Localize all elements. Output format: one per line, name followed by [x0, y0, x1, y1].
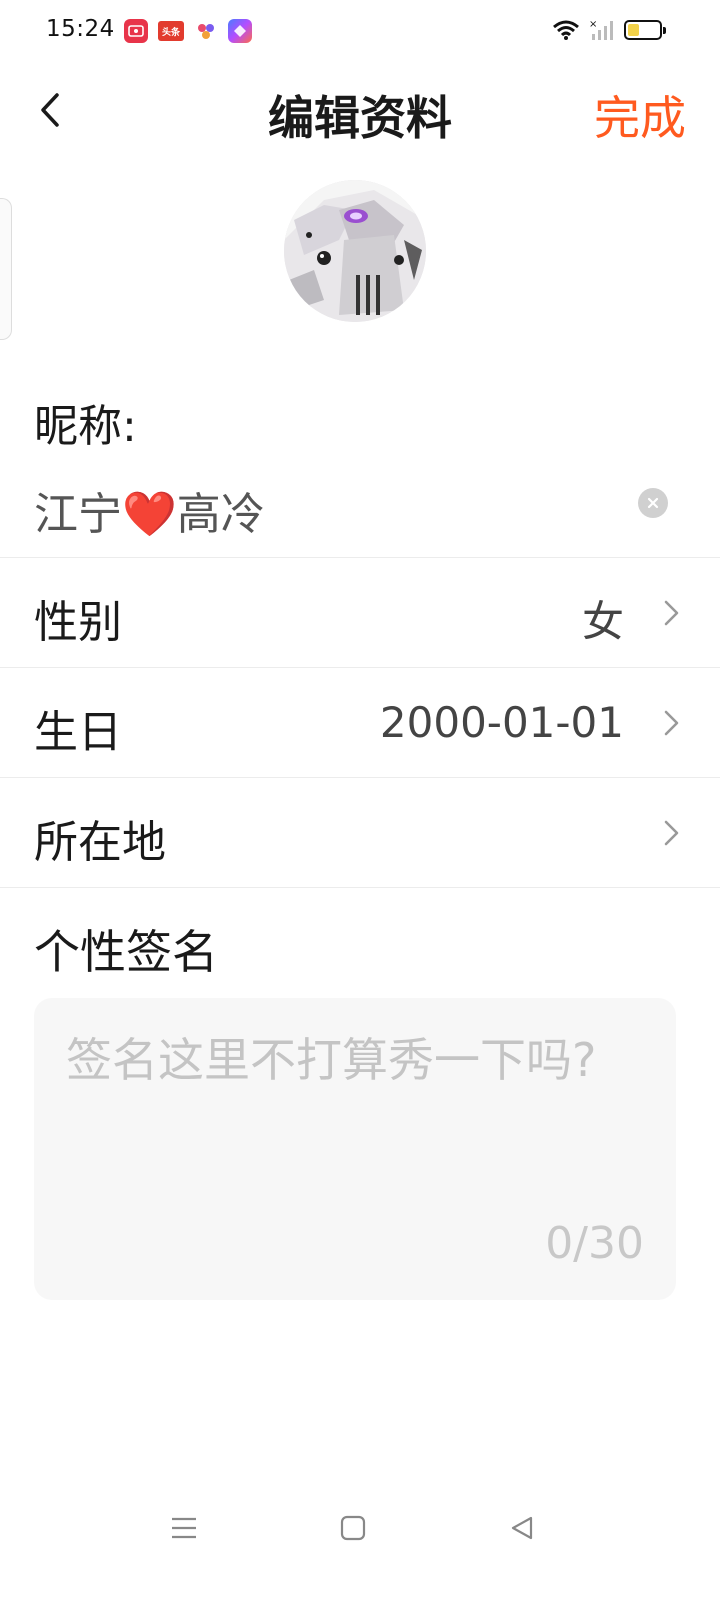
- status-time: 15:24: [46, 16, 115, 42]
- birthday-label: 生日: [34, 707, 122, 758]
- signature-textarea[interactable]: 签名这里不打算秀一下吗? 0/30: [34, 998, 676, 1300]
- gender-value: 女: [581, 597, 624, 646]
- birthday-row[interactable]: 生日 2000-01-01: [0, 668, 720, 778]
- battery-icon: [624, 20, 666, 40]
- back-triangle-icon: [511, 1516, 533, 1540]
- status-app-icons: 头条: [124, 19, 252, 43]
- chevron-right-icon: [664, 710, 679, 736]
- home-square-icon: [340, 1515, 366, 1541]
- nickname-input[interactable]: 江宁❤️高冷: [34, 478, 265, 542]
- paw-app-icon: [194, 19, 218, 43]
- avatar[interactable]: [284, 180, 426, 322]
- system-nav-bar: [0, 1490, 720, 1560]
- chevron-right-icon: [664, 820, 679, 846]
- clear-nickname-button[interactable]: [638, 488, 668, 518]
- side-panel-handle[interactable]: [0, 198, 12, 340]
- close-icon: [647, 497, 659, 509]
- signal-icon: ×: [589, 19, 613, 40]
- birthday-value: 2000-01-01: [379, 698, 624, 747]
- divider: [0, 887, 720, 888]
- signature-char-counter: 0/30: [545, 1218, 644, 1269]
- chevron-right-icon: [664, 600, 679, 626]
- done-button[interactable]: 完成: [594, 82, 686, 148]
- menu-icon: [172, 1517, 196, 1539]
- home-button[interactable]: [333, 1508, 373, 1548]
- location-label: 所在地: [34, 817, 166, 868]
- avatar-image: [284, 180, 426, 322]
- battery-fill: [628, 24, 639, 36]
- header: 编辑资料 完成: [0, 70, 720, 160]
- screen-record-icon: [124, 19, 148, 43]
- nickname-label: 昵称:: [34, 401, 137, 452]
- gender-row[interactable]: 性别 女: [0, 558, 720, 668]
- gender-label: 性别: [34, 597, 122, 648]
- back-nav-button[interactable]: [502, 1508, 542, 1548]
- wifi-icon: [553, 20, 579, 40]
- signature-placeholder: 签名这里不打算秀一下吗?: [66, 1033, 597, 1087]
- svg-text:×: ×: [589, 19, 597, 30]
- status-bar: 15:24 头条 ×: [0, 0, 720, 64]
- signature-label: 个性签名: [34, 925, 218, 979]
- assistant-app-icon: [228, 19, 252, 43]
- toutiao-icon: 头条: [158, 21, 184, 41]
- menu-button[interactable]: [164, 1508, 204, 1548]
- status-indicators: ×: [552, 18, 666, 42]
- location-row[interactable]: 所在地: [0, 778, 720, 888]
